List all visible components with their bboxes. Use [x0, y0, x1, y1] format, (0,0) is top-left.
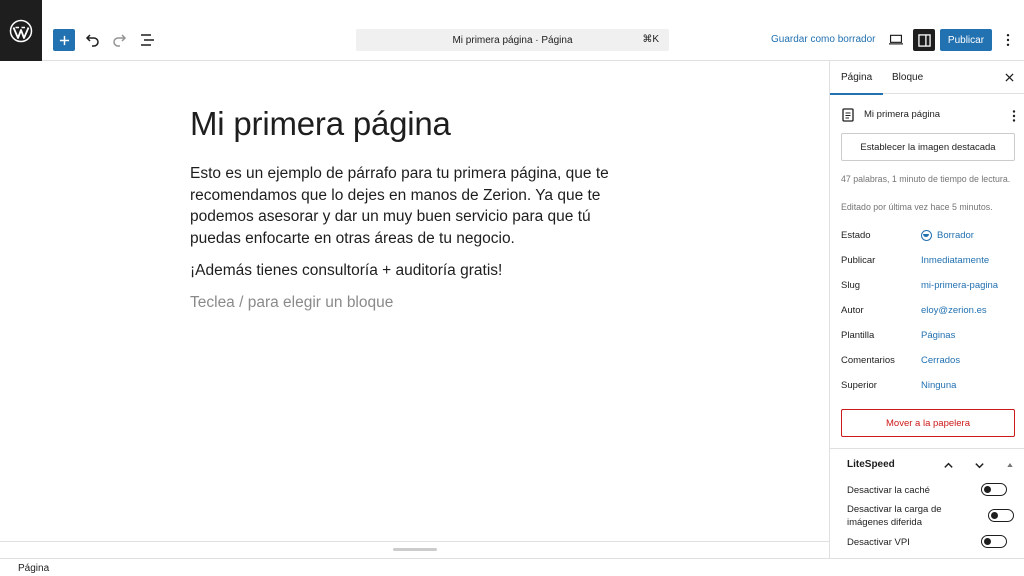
set-featured-image-button[interactable]: Establecer la imagen destacada [841, 133, 1015, 161]
desktop-icon [889, 34, 903, 45]
author-button[interactable]: eloy@zerion.es [921, 305, 987, 316]
litespeed-option: Desactivar la carga de imágenes diferida [847, 503, 1017, 529]
field-status: Estado Borrador [841, 230, 1016, 244]
add-block-button[interactable] [53, 29, 75, 51]
move-down-button[interactable] [973, 459, 985, 471]
options-menu-button[interactable] [1000, 31, 1016, 49]
divider [830, 448, 1024, 449]
move-to-trash-button[interactable]: Mover a la papelera [841, 409, 1015, 437]
parent-button[interactable]: Ninguna [921, 380, 956, 391]
list-view-icon [141, 34, 154, 46]
field-template: Plantilla Páginas [841, 330, 1016, 344]
settings-toggle-button[interactable] [913, 29, 935, 51]
field-label: Plantilla [841, 330, 875, 341]
block-placeholder[interactable]: Teclea / para elegir un bloque [190, 294, 393, 312]
status-value-button[interactable]: Borrador [937, 230, 974, 241]
field-publish: Publicar Inmediatamente [841, 255, 1016, 269]
collapse-panel-button[interactable] [1004, 459, 1016, 471]
field-author: Autor eloy@zerion.es [841, 305, 1016, 319]
more-vertical-icon [1006, 33, 1010, 47]
publish-date-button[interactable]: Inmediatamente [921, 255, 989, 266]
undo-icon [85, 34, 99, 47]
field-label: Estado [841, 230, 871, 241]
chevron-down-icon [974, 462, 984, 468]
comments-button[interactable]: Cerrados [921, 355, 960, 366]
editor-canvas: Mi primera página Esto es un ejemplo de … [0, 61, 829, 551]
disable-vpi-toggle[interactable] [981, 535, 1007, 548]
close-sidebar-button[interactable] [1003, 71, 1015, 83]
command-shortcut: ⌘K [642, 34, 659, 45]
litespeed-option: Desactivar la caché [847, 483, 1017, 497]
document-overview-button[interactable] [139, 31, 157, 49]
command-palette-bar[interactable]: Mi primera página · Página ⌘K [356, 29, 669, 51]
save-draft-button[interactable]: Guardar como borrador [771, 34, 876, 45]
field-parent: Superior Ninguna [841, 380, 1016, 394]
field-label: Publicar [841, 255, 876, 266]
last-edited-info: Editado por última vez hace 5 minutos. [841, 202, 993, 212]
triangle-up-icon [1007, 463, 1013, 467]
draft-status-icon [921, 230, 932, 241]
field-label: Comentarios [841, 355, 895, 366]
editor-header: Mi primera página · Página ⌘K Guardar co… [0, 0, 1024, 61]
paragraph-block[interactable]: Esto es un ejemplo de párrafo para tu pr… [190, 163, 645, 249]
settings-sidebar: Página Bloque Mi primera página Establec… [829, 61, 1024, 558]
redo-button[interactable] [111, 31, 129, 49]
option-label: Desactivar la caché [847, 485, 930, 496]
resize-handle[interactable] [393, 548, 437, 551]
field-label: Superior [841, 380, 877, 391]
option-label: Desactivar VPI [847, 537, 910, 548]
post-title[interactable]: Mi primera página [190, 105, 451, 143]
more-vertical-icon[interactable] [1010, 109, 1018, 123]
block-breadcrumb-bar: Página [0, 558, 1024, 576]
wordpress-icon [9, 19, 33, 42]
redo-icon [113, 34, 127, 47]
close-icon [1004, 72, 1014, 82]
wordpress-logo-icon[interactable] [0, 0, 42, 61]
page-icon [842, 108, 854, 122]
field-comments: Comentarios Cerrados [841, 355, 1016, 369]
sidebar-icon [917, 33, 931, 47]
preview-button[interactable] [886, 31, 906, 49]
move-up-button[interactable] [942, 459, 954, 471]
option-label: Desactivar la carga de imágenes diferida [847, 504, 942, 528]
field-slug: Slug mi-primera-pagina [841, 280, 1016, 294]
document-summary: Mi primera página [842, 107, 1017, 123]
tab-page[interactable]: Página [830, 72, 884, 95]
plus-icon [59, 35, 69, 45]
litespeed-option: Desactivar VPI [847, 535, 1017, 549]
command-bar-title: Mi primera página · Página [452, 34, 573, 46]
template-button[interactable]: Páginas [921, 330, 955, 341]
divider [0, 541, 829, 542]
undo-button[interactable] [83, 31, 101, 49]
litespeed-panel-title[interactable]: LiteSpeed [847, 459, 895, 470]
disable-cache-toggle[interactable] [981, 483, 1007, 496]
disable-lazyload-toggle[interactable] [988, 509, 1014, 522]
field-label: Autor [841, 305, 864, 316]
document-title: Mi primera página [864, 109, 941, 120]
field-label: Slug [841, 280, 861, 291]
slug-button[interactable]: mi-primera-pagina [921, 280, 998, 291]
breadcrumb-item[interactable]: Página [18, 563, 49, 574]
sidebar-tabs: Página Bloque [830, 61, 1024, 95]
word-count-info: 47 palabras, 1 minuto de tiempo de lectu… [841, 174, 1011, 184]
paragraph-block[interactable]: ¡Además tienes consultoría + auditoría g… [190, 260, 645, 282]
chevron-up-icon [943, 462, 953, 468]
publish-button[interactable]: Publicar [940, 29, 992, 51]
tab-block[interactable]: Bloque [892, 72, 923, 83]
